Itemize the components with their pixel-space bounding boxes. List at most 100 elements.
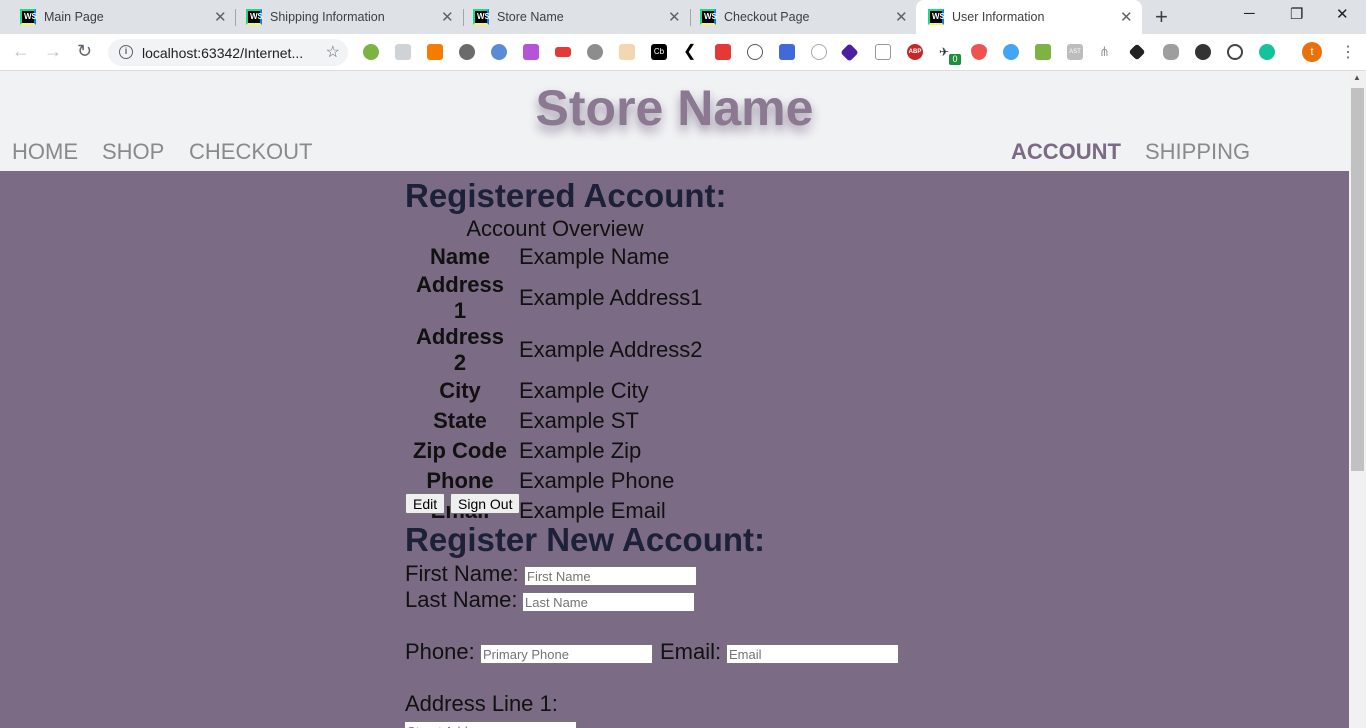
extension-icon[interactable] bbox=[619, 44, 635, 60]
tab-title: Shipping Information bbox=[270, 10, 385, 24]
tab-close-icon[interactable]: ✕ bbox=[895, 8, 908, 26]
extension-icon[interactable] bbox=[1128, 43, 1146, 61]
extension-icon[interactable] bbox=[875, 44, 891, 60]
scroll-up-icon[interactable]: ▲ bbox=[1353, 73, 1361, 82]
table-row: Zip Code Example Zip bbox=[405, 436, 704, 466]
extension-icon[interactable] bbox=[840, 43, 859, 62]
email-label: Email: bbox=[660, 639, 722, 664]
back-icon[interactable]: ← bbox=[12, 41, 30, 62]
close-window-icon[interactable]: ✕ bbox=[1336, 5, 1349, 23]
extension-icon[interactable] bbox=[363, 44, 379, 60]
tab-close-icon[interactable]: ✕ bbox=[214, 8, 227, 26]
extension-icon[interactable]: Cb bbox=[651, 44, 667, 60]
row-value: Example Address1 bbox=[519, 285, 703, 310]
table-row: Address 1 Example Address1 bbox=[405, 272, 704, 324]
row-label: Phone bbox=[426, 468, 494, 493]
extension-icon[interactable] bbox=[491, 44, 507, 60]
tab-user-information[interactable]: WS User Information ✕ bbox=[916, 0, 1142, 34]
tab-title: User Information bbox=[952, 10, 1045, 24]
minimize-icon[interactable]: ─ bbox=[1244, 5, 1255, 22]
profile-avatar[interactable]: t bbox=[1302, 42, 1322, 62]
nav-account-link[interactable]: ACCOUNT bbox=[1011, 139, 1121, 165]
nav-shop-link[interactable]: SHOP bbox=[102, 139, 164, 165]
extension-icon[interactable] bbox=[715, 44, 731, 60]
tab-close-icon[interactable]: ✕ bbox=[1120, 8, 1133, 26]
page-viewport: Store Name HOME SHOP CHECKOUT ACCOUNT SH… bbox=[0, 71, 1366, 728]
phone-field[interactable] bbox=[480, 644, 653, 664]
phone-label: Phone: bbox=[405, 639, 475, 664]
webstorm-favicon-icon: WS bbox=[473, 9, 490, 25]
extension-icon[interactable] bbox=[1163, 44, 1179, 60]
extension-icon[interactable]: ABP bbox=[907, 44, 923, 60]
tab-title: Store Name bbox=[497, 10, 564, 24]
extension-icon[interactable] bbox=[1227, 44, 1243, 60]
table-row: Address 2 Example Address2 bbox=[405, 324, 704, 376]
table-row: Name Example Name bbox=[405, 242, 704, 272]
row-label: Zip Code bbox=[412, 438, 508, 463]
tab-store-name[interactable]: WS Store Name ✕ bbox=[453, 0, 690, 34]
first-name-label: First Name: bbox=[405, 561, 519, 586]
tab-shipping-information[interactable]: WS Shipping Information ✕ bbox=[226, 0, 463, 34]
scrollbar-thumb[interactable] bbox=[1351, 88, 1364, 471]
email-field[interactable] bbox=[726, 644, 899, 664]
register-new-account-heading: Register New Account: bbox=[405, 521, 766, 558]
extension-icon[interactable] bbox=[747, 44, 763, 60]
row-value: Example ST bbox=[519, 408, 639, 433]
nav-home-link[interactable]: HOME bbox=[12, 139, 78, 165]
extension-icon[interactable] bbox=[971, 44, 987, 60]
account-overview-caption: Account Overview bbox=[466, 216, 644, 241]
row-label: Address 1 bbox=[415, 272, 505, 323]
row-value: Example Name bbox=[519, 244, 670, 269]
new-tab-button[interactable]: + bbox=[1155, 4, 1168, 30]
extension-icon[interactable] bbox=[587, 44, 603, 60]
tab-checkout-page[interactable]: WS Checkout Page ✕ bbox=[680, 0, 917, 34]
extension-icon[interactable] bbox=[1003, 44, 1019, 60]
nav-checkout-link[interactable]: CHECKOUT bbox=[189, 139, 312, 165]
last-name-field[interactable] bbox=[522, 592, 695, 612]
address-line-1-label: Address Line 1: bbox=[405, 691, 558, 716]
tab-main-page[interactable]: WS Main Page ✕ bbox=[0, 0, 235, 34]
edit-button[interactable]: Edit bbox=[405, 493, 446, 514]
main-content: Registered Account: Account Overview Nam… bbox=[0, 171, 1349, 728]
sign-out-button[interactable]: Sign Out bbox=[450, 493, 521, 514]
account-overview-table: Name Example Name Address 1 Example Addres… bbox=[405, 242, 704, 526]
table-row: City Example City bbox=[405, 376, 704, 406]
reload-icon[interactable]: ↻ bbox=[77, 41, 92, 62]
chrome-menu-icon[interactable]: ⋮ bbox=[1340, 42, 1356, 62]
extension-icon[interactable] bbox=[523, 44, 539, 60]
store-name-title: Store Name bbox=[535, 80, 814, 136]
extension-icon[interactable] bbox=[555, 47, 571, 57]
extension-icon[interactable] bbox=[395, 44, 411, 60]
extension-icon[interactable]: ❮ bbox=[683, 44, 699, 60]
webstorm-favicon-icon: WS bbox=[700, 9, 717, 25]
extension-icon[interactable]: AST bbox=[1067, 44, 1083, 60]
extension-icon[interactable] bbox=[427, 44, 443, 60]
address-line-1-field[interactable] bbox=[404, 721, 577, 728]
address-bar[interactable]: i localhost:63342/Internet... ☆ bbox=[108, 39, 348, 66]
extension-icon[interactable] bbox=[811, 44, 827, 60]
extension-icon[interactable] bbox=[1195, 44, 1211, 60]
tab-close-icon[interactable]: ✕ bbox=[441, 8, 454, 26]
tab-strip: WS Main Page ✕ WS Shipping Information ✕… bbox=[0, 0, 1366, 34]
site-info-icon[interactable]: i bbox=[119, 45, 133, 59]
first-name-field[interactable] bbox=[524, 566, 697, 586]
bookmark-star-icon[interactable]: ☆ bbox=[326, 42, 340, 62]
table-row: State Example ST bbox=[405, 406, 704, 436]
extension-icon[interactable] bbox=[459, 44, 475, 60]
extension-badge: 0 bbox=[949, 54, 961, 65]
tab-close-icon[interactable]: ✕ bbox=[668, 8, 681, 26]
row-label: City bbox=[439, 378, 481, 403]
extension-icon[interactable] bbox=[779, 44, 795, 60]
row-value: Example Zip bbox=[519, 438, 642, 463]
table-row: Phone Example Phone bbox=[405, 466, 704, 496]
forward-icon[interactable]: → bbox=[44, 41, 62, 62]
grammarly-icon[interactable] bbox=[1259, 44, 1275, 60]
row-label: Name bbox=[430, 244, 490, 269]
site-header: Store Name HOME SHOP CHECKOUT ACCOUNT SH… bbox=[0, 71, 1349, 171]
restore-icon[interactable]: ❐ bbox=[1290, 5, 1303, 23]
extension-icon[interactable]: ⋔ bbox=[1099, 44, 1115, 60]
row-value: Example City bbox=[519, 378, 649, 403]
nav-shipping-link[interactable]: SHIPPING bbox=[1145, 139, 1250, 165]
extension-icon[interactable] bbox=[1035, 44, 1051, 60]
page-scrollbar[interactable]: ▲ bbox=[1349, 71, 1366, 728]
